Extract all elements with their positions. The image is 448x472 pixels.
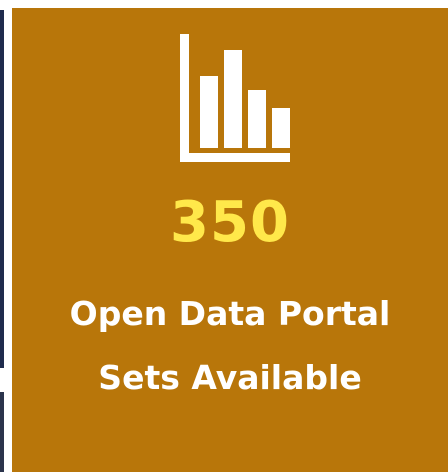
stat-label-line1: Open Data Portal bbox=[69, 294, 391, 333]
left-edge-panel bbox=[0, 10, 4, 368]
stat-value: 350 bbox=[170, 190, 290, 255]
bar-chart-icon bbox=[180, 34, 290, 162]
left-edge-panel-lower bbox=[0, 392, 4, 472]
stat-tile[interactable]: 350 Open Data Portal Sets Available bbox=[12, 8, 448, 472]
stat-label-line2: Sets Available bbox=[98, 358, 362, 397]
page: 350 Open Data Portal Sets Available bbox=[0, 0, 448, 472]
